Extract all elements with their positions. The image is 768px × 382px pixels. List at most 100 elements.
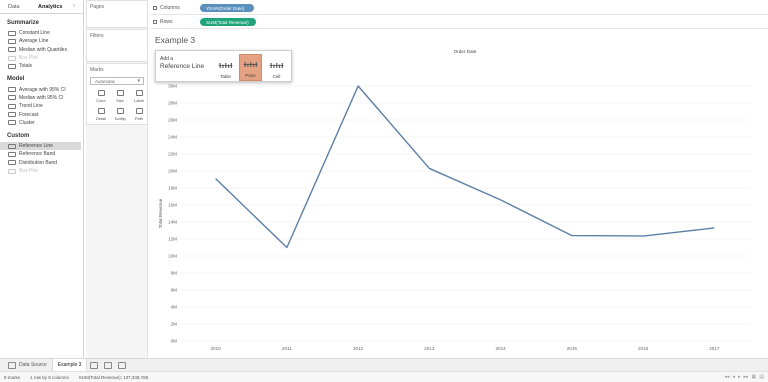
new-dashboard-icon[interactable] xyxy=(104,361,113,369)
analytics-item-box-plot: Box Plot xyxy=(0,54,83,62)
columns-shelf[interactable]: Columns YEAR(Order Date) xyxy=(150,2,768,15)
analytics-item-label: Distribution Band xyxy=(19,159,58,166)
marks-type-dropdown[interactable]: Automatic ▾ xyxy=(90,77,144,85)
y-tick-label: 14M xyxy=(168,220,177,225)
median-with-quartiles-icon xyxy=(8,47,16,53)
marks-card: Marks Automatic ▾ Color Size Label Detail To… xyxy=(86,63,148,125)
analytics-item-label: Average Line xyxy=(19,38,49,45)
marks-detail-button[interactable]: Detail xyxy=(92,105,110,121)
first-sheet-icon[interactable]: ◂◂ xyxy=(724,374,729,380)
marks-size-button[interactable]: Size xyxy=(111,87,129,103)
cluster-icon xyxy=(8,120,16,126)
analytics-item-median-with-quartiles[interactable]: Median with Quartiles xyxy=(0,46,83,54)
marks-tooltip-button[interactable]: Tooltip xyxy=(111,105,129,121)
marks-color-button[interactable]: Color xyxy=(92,87,110,103)
analytics-item-average-line[interactable]: Average Line xyxy=(0,37,83,45)
new-worksheet-icon[interactable] xyxy=(90,361,99,369)
marks-button-label: Color xyxy=(96,98,106,103)
marks-card-title: Marks xyxy=(90,67,104,73)
pages-shelf[interactable]: Pages xyxy=(86,0,148,28)
analytics-item-reference-band[interactable]: Reference Band xyxy=(0,150,83,158)
x-tick-label: 2011 xyxy=(282,346,292,351)
drop-caption-line2: Reference Line xyxy=(160,63,205,70)
x-tick-label: 2015 xyxy=(567,346,578,351)
x-tick-label: 2017 xyxy=(709,346,720,351)
section-title-model: Model xyxy=(7,76,25,83)
rows-label-text: Rows xyxy=(160,19,173,25)
trend-line-icon xyxy=(8,103,16,109)
prev-sheet-icon[interactable]: ◂ xyxy=(732,374,735,380)
scope-cell-option[interactable]: Cell xyxy=(265,54,288,81)
year-order-date-pill[interactable]: YEAR(Order Date) xyxy=(200,4,254,12)
grid-view-icon[interactable]: ▦ xyxy=(752,374,757,380)
x-tick-label: 2016 xyxy=(638,346,649,351)
analytics-item-cluster[interactable]: Cluster xyxy=(0,119,83,127)
distribution-band-icon xyxy=(8,160,16,166)
analytics-item-label: Box Plot xyxy=(19,55,38,62)
scope-table-option[interactable]: Table xyxy=(214,54,237,81)
size-icon xyxy=(116,90,124,96)
sheet-navigation: ◂◂ ◂ ▸ ▸▸ ▦ ▤ xyxy=(724,374,764,380)
reference-band-icon xyxy=(8,151,16,157)
analytics-item-reference-line[interactable]: Reference Line xyxy=(0,141,81,151)
shelves-pane: Pages Filters Marks Automatic ▾ Color Siz… xyxy=(86,0,148,358)
last-sheet-icon[interactable]: ▸▸ xyxy=(744,374,749,380)
analytics-item-average-with-95-ci[interactable]: Average with 95% CI xyxy=(0,85,83,93)
scope-pane-icon xyxy=(243,62,258,67)
y-tick-label: 20M xyxy=(168,169,177,174)
x-tick-label: 2012 xyxy=(353,346,364,351)
box-plot-icon xyxy=(8,168,16,174)
analytics-item-label: Box Plot xyxy=(19,168,38,174)
data-source-tab[interactable]: Data Source xyxy=(0,359,52,372)
next-sheet-icon[interactable]: ▸ xyxy=(738,374,741,380)
average-line-icon xyxy=(8,38,16,44)
analytics-item-label: Totals xyxy=(19,63,33,70)
box-plot-icon xyxy=(8,55,16,61)
scope-pane-option[interactable]: Pane xyxy=(239,54,262,81)
database-icon xyxy=(8,361,16,369)
y-tick-label: 24M xyxy=(168,135,177,140)
filmstrip-view-icon[interactable]: ▤ xyxy=(759,374,764,380)
y-tick-label: 0M xyxy=(171,339,178,344)
analytics-item-trend-line[interactable]: Trend Line xyxy=(0,102,83,110)
new-story-icon[interactable] xyxy=(118,361,127,369)
marks-path-button[interactable]: Path xyxy=(130,105,148,121)
analytics-item-distribution-band[interactable]: Distribution Band xyxy=(0,159,83,167)
tab-analytics[interactable]: Analytics xyxy=(30,0,70,13)
pane-tabs: Data Analytics ‹ xyxy=(0,0,83,14)
analytics-item-constant-line[interactable]: Constant Line xyxy=(0,29,83,37)
reference-line-icon xyxy=(8,143,16,149)
x-tick-label: 2013 xyxy=(424,346,435,351)
y-tick-label: 16M xyxy=(168,203,177,208)
analytics-item-totals[interactable]: Totals xyxy=(0,62,83,70)
average-with-95-ci-icon xyxy=(8,87,16,93)
analytics-item-label: Reference Line xyxy=(19,143,53,150)
totals-icon xyxy=(8,63,16,69)
pages-shelf-title: Pages xyxy=(90,4,105,10)
tab-data[interactable]: Data xyxy=(0,0,30,13)
columns-icon xyxy=(153,6,157,10)
scope-option-label: Pane xyxy=(245,73,256,78)
data-source-tab-label: Data Source xyxy=(19,362,47,368)
constant-line-icon xyxy=(8,30,16,36)
analytics-item-label: Forecast xyxy=(19,111,39,118)
analytics-pane: Data Analytics ‹ Summarize Constant Line A… xyxy=(0,0,84,358)
drop-target-caption: Add a Reference Line xyxy=(160,57,204,71)
drop-caption-line1: Add a xyxy=(160,56,174,62)
analytics-item-median-with-95-ci[interactable]: Median with 95% CI xyxy=(0,94,83,102)
columns-shelf-label: Columns xyxy=(150,5,200,11)
marks-label-button[interactable]: Label xyxy=(130,87,148,103)
y-tick-label: 10M xyxy=(168,254,177,259)
rows-shelf[interactable]: Rows SUM(Total Revenue) xyxy=(150,16,768,29)
analytics-item-forecast[interactable]: Forecast xyxy=(0,110,83,118)
sum-total-revenue-pill[interactable]: SUM(Total Revenue) xyxy=(200,18,256,26)
sheet-tab-example-3[interactable]: Example 3 xyxy=(51,358,88,372)
collapse-pane-icon[interactable]: ‹ xyxy=(73,0,83,13)
y-tick-label: 8M xyxy=(171,271,178,276)
filters-shelf[interactable]: Filters xyxy=(86,29,148,62)
y-tick-label: 4M xyxy=(171,305,178,310)
marks-button-label: Tooltip xyxy=(114,116,126,121)
x-tick-label: 2014 xyxy=(496,346,507,351)
marks-button-label: Detail xyxy=(95,116,107,121)
analytics-item-label: Median with Quartiles xyxy=(19,46,68,53)
